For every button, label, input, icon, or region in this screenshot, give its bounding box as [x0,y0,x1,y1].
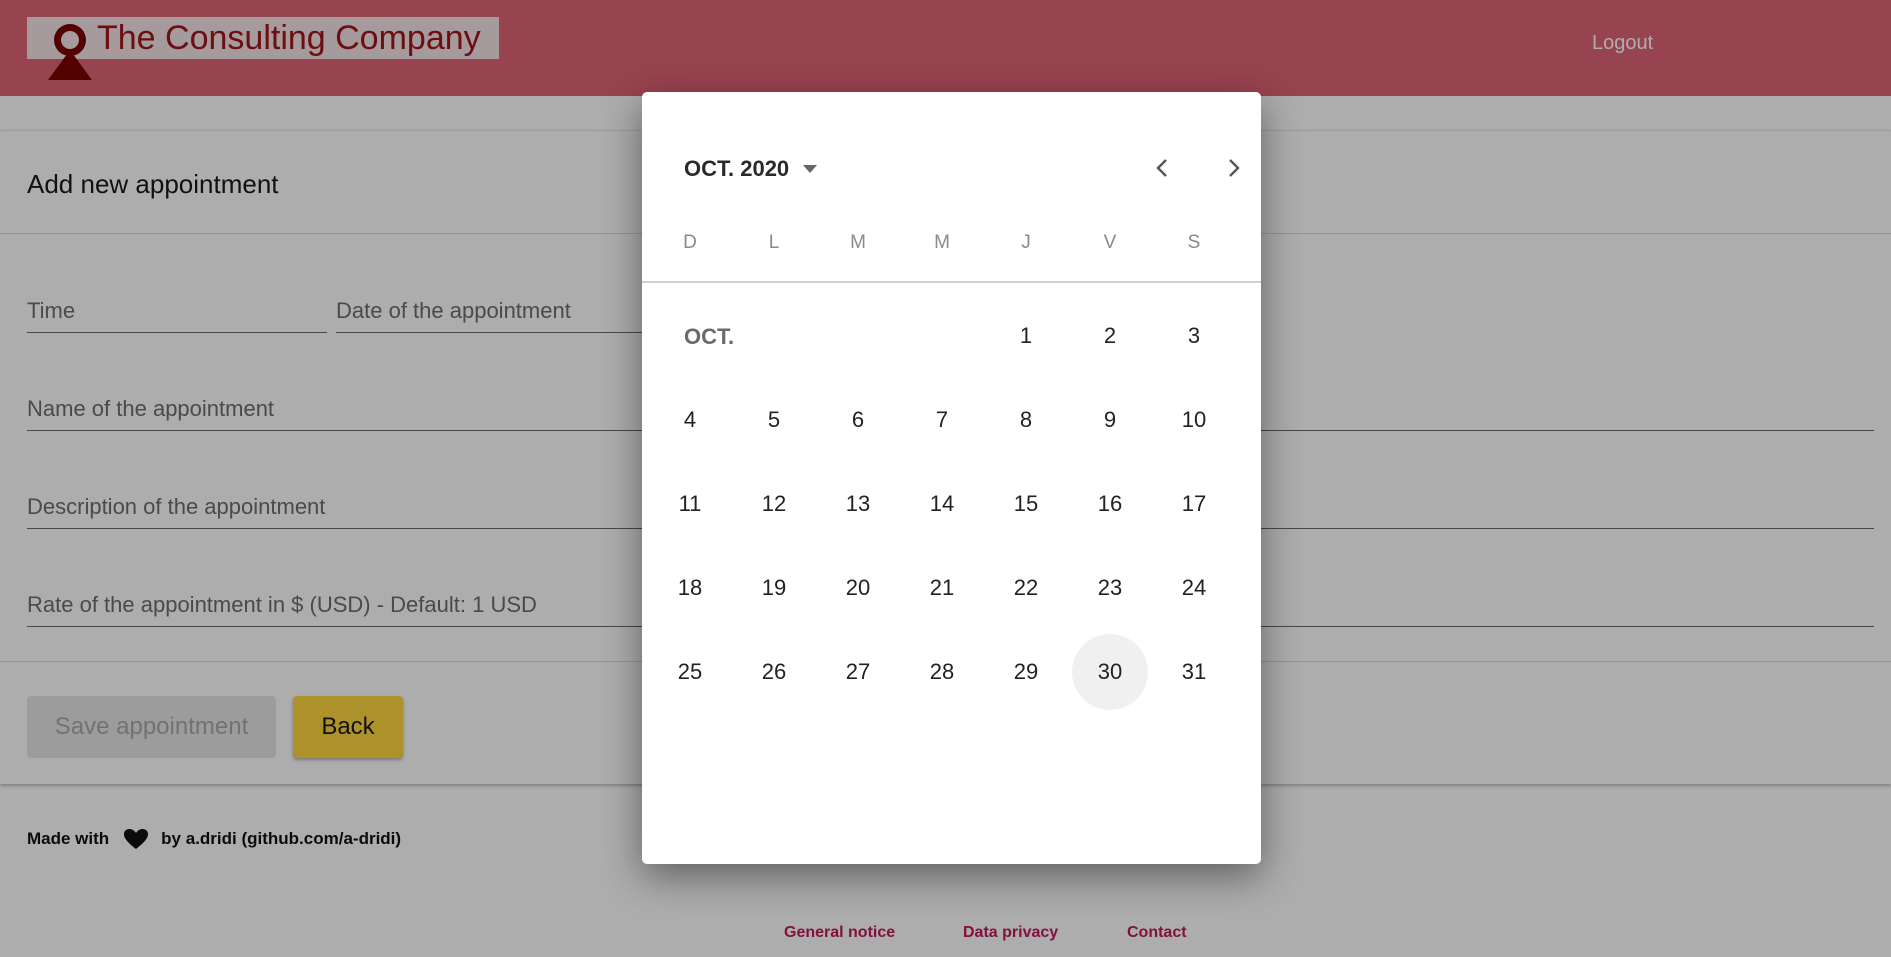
weekday-label: V [1103,232,1117,253]
month-label: OCT. [684,324,735,349]
weekday-label: L [768,232,780,253]
calendar-day[interactable]: 18 [652,550,728,626]
calendar-day[interactable]: 23 [1072,550,1148,626]
weekday-label: S [1187,232,1201,253]
weekday-divider [642,281,1261,283]
calendar-day[interactable]: 17 [1156,466,1232,542]
calendar-day[interactable]: 10 [1156,382,1232,458]
calendar-day[interactable]: 14 [904,466,980,542]
calendar-day[interactable]: 28 [904,634,980,710]
calendar-day[interactable]: 22 [988,550,1064,626]
datepicker-dialog: OCT. 2020 D L M M J V S OCT. 1 2 3 4 5 6 7 8 9 10… [642,92,1261,864]
calendar-day[interactable]: 26 [736,634,812,710]
calendar-day[interactable]: 7 [904,382,980,458]
next-month-button[interactable] [1211,146,1255,190]
calendar-day[interactable]: 31 [1156,634,1232,710]
calendar-day[interactable]: 12 [736,466,812,542]
previous-month-button[interactable] [1141,146,1185,190]
calendar-day[interactable]: 25 [652,634,728,710]
weekday-label: M [850,232,866,253]
calendar-day[interactable]: 19 [736,550,812,626]
calendar-day[interactable]: 11 [652,466,728,542]
weekday-label: J [1021,232,1031,253]
chevron-left-icon [1156,159,1167,177]
weekday-label: M [934,232,950,253]
calendar-day[interactable]: 6 [820,382,896,458]
dropdown-caret-icon [803,165,818,173]
calendar-day[interactable]: 20 [820,550,896,626]
calendar-day[interactable]: 27 [820,634,896,710]
calendar-day[interactable]: 21 [904,550,980,626]
calendar-day[interactable]: 16 [1072,466,1148,542]
calendar-day[interactable]: 3 [1156,298,1232,374]
chevron-right-icon [1229,159,1240,177]
weekday-header: D L M M J V S [642,232,1261,262]
period-select-button[interactable]: OCT. 2020 [684,156,818,182]
calendar-day[interactable]: 30 [1072,634,1148,710]
calendar-day[interactable]: 2 [1072,298,1148,374]
calendar-day[interactable]: 1 [988,298,1064,374]
calendar-day[interactable]: 8 [988,382,1064,458]
calendar-day[interactable]: 5 [736,382,812,458]
calendar-day[interactable]: 29 [988,634,1064,710]
calendar-day[interactable]: 9 [1072,382,1148,458]
period-label: OCT. 2020 [684,156,790,181]
calendar-day[interactable]: 15 [988,466,1064,542]
calendar-day[interactable]: 13 [820,466,896,542]
calendar-day[interactable]: 24 [1156,550,1232,626]
weekday-label: D [683,232,697,253]
calendar-day[interactable]: 4 [652,382,728,458]
